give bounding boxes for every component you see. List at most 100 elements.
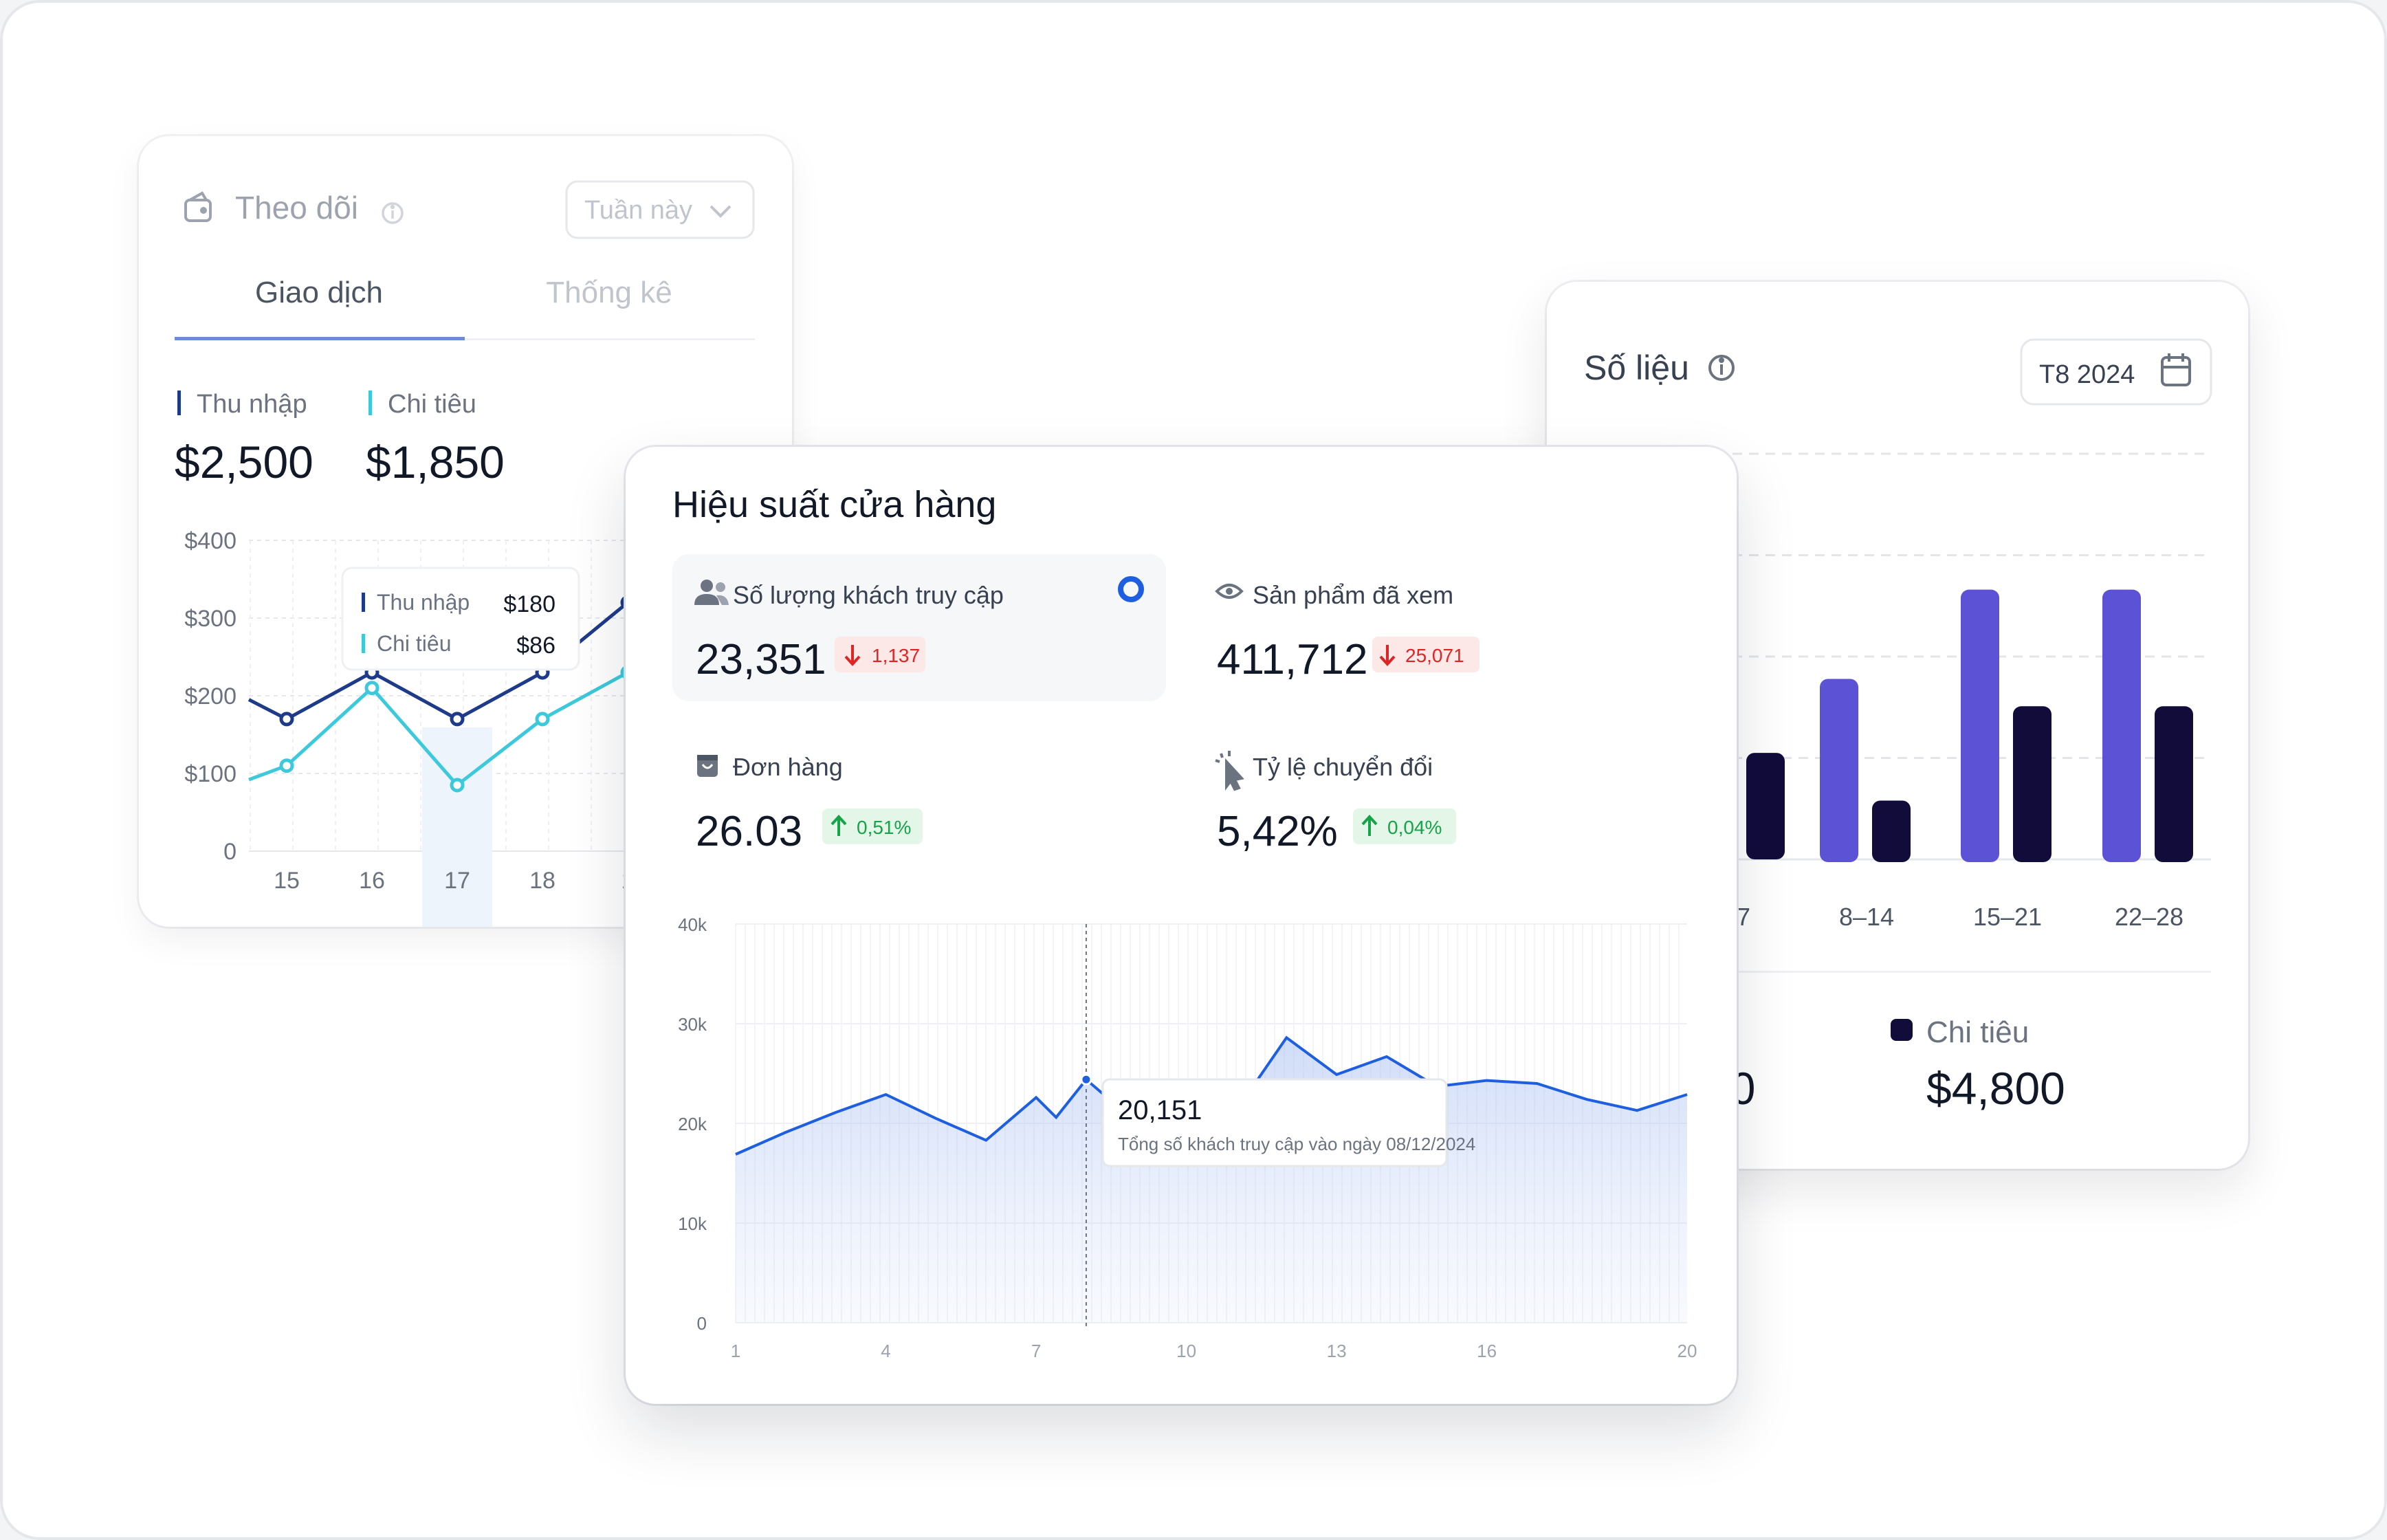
metric-product-views-label: Sản phẩm đã xem: [1253, 581, 1453, 609]
metric-product-views[interactable]: Sản phẩm đã xem 411,712 25,071: [1215, 581, 1480, 683]
tab-underline: [465, 338, 755, 340]
metric-visitors-delta: 1,137: [872, 645, 920, 666]
metric-conversion-rate-label: Tỷ lệ chuyển đổi: [1253, 753, 1433, 781]
y-tick-label: 20k: [678, 1114, 707, 1134]
y-tick-label: 40k: [678, 914, 707, 935]
tooltip-income-value: $180: [503, 591, 556, 617]
metric-orders-value: 26.03: [696, 808, 802, 855]
month-picker-label: T8 2024: [2039, 360, 2135, 389]
cursor-click-icon: [1215, 751, 1244, 791]
metric-product-views-delta-badge: 25,071: [1372, 637, 1480, 672]
metric-visitors-delta-badge: 1,137: [835, 637, 925, 672]
y-tick-label: 0: [223, 839, 236, 865]
data-point: [450, 778, 465, 793]
x-tick-label: 8–14: [1839, 903, 1894, 931]
income-legend-marker: [177, 390, 181, 415]
tooltip-expense-label: Chi tiêu: [377, 631, 452, 656]
x-tick-label: 22–28: [2115, 903, 2184, 931]
bar-expense: [2155, 706, 2193, 862]
income-total: $2,500: [175, 437, 314, 487]
tab-statistics-label: Thống kê: [546, 276, 672, 309]
store-performance-svg: Hiệu suất cửa hàng Số lượng khách truy c…: [672, 484, 1697, 1361]
x-tick-label: 17: [444, 868, 470, 894]
bar-expense: [2013, 706, 2052, 862]
bar-income: [2102, 589, 2141, 862]
bar-income: [1961, 589, 1999, 862]
info-icon: [1708, 355, 1735, 381]
metric-orders-label: Đơn hàng: [733, 753, 843, 781]
dashboard-showcase: Theo dõi Tuần này Giao dịch Thống kê Thu…: [0, 0, 2387, 1540]
y-tick-label: 30k: [678, 1014, 707, 1035]
metric-conversion-rate-value: 5,42%: [1217, 808, 1338, 855]
metric-conversion-rate[interactable]: Tỷ lệ chuyển đổi 5,42% 0,04%: [1215, 751, 1456, 855]
x-tick-label: 4: [881, 1341, 890, 1361]
store-performance-title: Hiệu suất cửa hàng: [672, 484, 996, 525]
data-point: [535, 712, 550, 727]
month-picker[interactable]: T8 2024: [2020, 338, 2212, 406]
line-chart-tooltip: Thu nhập $180 Chi tiêu $86: [341, 566, 580, 671]
x-tick-label: 7: [1737, 903, 1750, 931]
metric-conversion-rate-delta-badge: 0,04%: [1353, 808, 1456, 844]
y-tick-label: 0: [697, 1313, 707, 1334]
tab-statistics[interactable]: Thống kê: [546, 276, 672, 309]
tab-transactions-label: Giao dịch: [255, 276, 383, 309]
expense-legend-marker: [368, 390, 372, 415]
income-legend-label: Thu nhập: [197, 390, 307, 419]
y-tick-label: $300: [184, 606, 236, 632]
x-tick-label: 20: [1678, 1341, 1697, 1361]
info-icon: [382, 202, 404, 224]
x-tick-label: 18: [529, 868, 556, 894]
eye-icon: [1215, 584, 1244, 599]
expense-total: $1,850: [366, 437, 505, 487]
x-tick-label: 7: [1031, 1341, 1041, 1361]
bar-chart-x-ticks: 7 8–14 15–21 22–28: [1737, 903, 2184, 931]
shopping-bag-icon: [697, 755, 718, 777]
bar-expense: [1872, 800, 1911, 862]
expense-legend-value: $4,800: [1926, 1063, 2065, 1114]
bar-chart-bars: [1746, 589, 2193, 862]
area-chart-highlight-point[interactable]: [1080, 1073, 1092, 1086]
active-tab-indicator: [175, 337, 465, 340]
expense-legend-marker: [1891, 1019, 1913, 1041]
area-chart-y-ticks: 0 10k 20k 30k 40k: [678, 914, 707, 1334]
metric-orders[interactable]: Đơn hàng 26.03 0,51%: [696, 753, 923, 855]
x-tick-label: 15–21: [1973, 903, 2042, 931]
x-tick-label: 16: [1477, 1341, 1497, 1361]
tooltip-income-label: Thu nhập: [377, 590, 470, 615]
bar-expense-partial: [1746, 753, 1785, 859]
x-tick-label: 16: [359, 868, 385, 894]
area-chart-tooltip-caption: Tổng số khách truy cập vào ngày 08/12/20…: [1118, 1134, 1475, 1154]
metric-product-views-value: 411,712: [1217, 636, 1368, 683]
tab-transactions[interactable]: Giao dịch: [175, 276, 465, 340]
period-dropdown-label: Tuần này: [584, 196, 692, 225]
data-point: [364, 681, 380, 696]
area-chart-x-ticks: 1 4 7 10 13 16 20: [731, 1341, 1697, 1361]
metrics-title: Số liệu: [1584, 349, 1689, 387]
metric-product-views-delta: 25,071: [1405, 645, 1464, 666]
period-dropdown[interactable]: Tuần này: [565, 180, 755, 239]
store-performance-card: Hiệu suất cửa hàng Số lượng khách truy c…: [626, 447, 1737, 1404]
x-tick-label: 10: [1176, 1341, 1196, 1361]
x-tick-label: 15: [274, 868, 300, 894]
y-tick-label: $200: [184, 683, 236, 710]
line-chart-x-ticks: 151617181: [274, 868, 634, 894]
bar-income: [1820, 679, 1858, 862]
y-tick-label: 10k: [678, 1213, 707, 1234]
data-point: [450, 712, 465, 727]
tooltip-income-marker: [362, 593, 365, 612]
data-point: [279, 712, 294, 727]
expense-legend-label: Chi tiêu: [1926, 1015, 2029, 1049]
data-point: [279, 758, 294, 773]
tooltip-expense-marker: [362, 634, 365, 653]
tracking-title: Theo dõi: [235, 190, 358, 226]
metric-orders-delta-badge: 0,51%: [822, 808, 923, 844]
y-tick-label: $100: [184, 761, 236, 787]
metric-visitors-label: Số lượng khách truy cập: [733, 581, 1004, 609]
metric-visitors-value: 23,351: [696, 636, 826, 683]
expense-legend-label: Chi tiêu: [388, 390, 476, 419]
metric-orders-delta: 0,51%: [857, 817, 911, 838]
line-chart-y-ticks: 0 $100 $200 $300 $400: [184, 528, 236, 865]
x-tick-label: 1: [731, 1341, 740, 1361]
metric-visitors[interactable]: Số lượng khách truy cập 23,351 1,137: [672, 554, 1166, 701]
metric-conversion-rate-delta: 0,04%: [1387, 817, 1442, 838]
